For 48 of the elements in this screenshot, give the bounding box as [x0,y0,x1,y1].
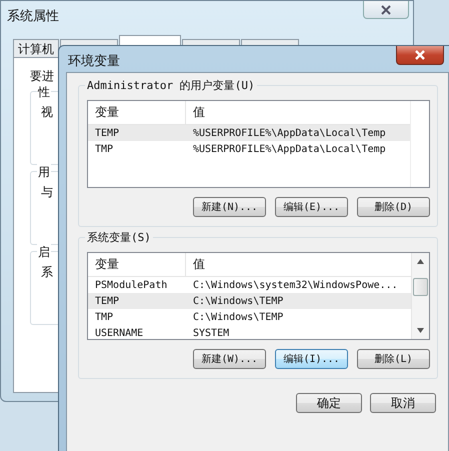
group-label: 系统变量(S) [85,230,153,245]
button[interactable]: 删除(D) [357,197,430,217]
table-cell-text: USERNAME [94,328,144,338]
table-cell-text: C:\Windows\TEMP [192,296,284,306]
close-button[interactable] [396,46,444,65]
button[interactable]: 新建(W)... [193,349,266,369]
group-label: Administrator 的用户变量(U) [85,78,257,93]
button[interactable]: 编辑(E)... [275,197,348,217]
table-cell-text: TMP [94,312,114,322]
table-cell-text: %USERPROFILE%\AppData\Local\Temp [192,144,387,154]
table-cell-text: TEMP [94,296,120,306]
list-row[interactable]: TMP C:\Windows\TEMP [88,309,411,325]
group-text: 系 [41,264,53,281]
list-row[interactable]: TEMP %USERPROFILE%\AppData\Local\Temp [88,125,410,141]
button[interactable]: 删除(L) [357,349,430,369]
list-row[interactable]: PSModulePath C:\Windows\system32\WindowsPowe... [88,277,411,293]
column-header[interactable]: 变量 [88,101,186,124]
column-header[interactable]: 值 [186,253,411,276]
scroll-up-icon[interactable] [417,259,424,264]
close-button[interactable] [363,1,409,19]
table-cell-text: TEMP [94,128,120,138]
close-icon [380,4,392,14]
table-cell-text: C:\Windows\TEMP [192,312,284,322]
scroll-thumb[interactable] [413,278,428,296]
dialog-title: 环境变量 [68,53,120,70]
button[interactable]: 确定 [296,393,362,413]
list-row[interactable]: TMP %USERPROFILE%\AppData\Local\Temp [88,141,410,157]
column-header[interactable]: 值 [186,101,410,124]
column-header[interactable]: 变量 [88,253,186,276]
intro-text: 要进 [30,68,54,85]
table-cell-text: PSModulePath [94,280,168,290]
table-cell-text: %USERPROFILE%\AppData\Local\Temp [192,128,387,138]
table-cell-text: C:\Windows\system32\WindowsPowe... [192,280,399,290]
scrollbar[interactable] [411,253,429,339]
table-cell-text: TMP [94,144,114,154]
list-row[interactable]: USERNAME SYSTEM [88,325,411,339]
button[interactable]: 取消 [370,393,436,413]
group-text: 视 [41,104,53,121]
group-label: 性 [37,84,51,101]
button[interactable]: 新建(N)... [193,197,266,217]
scroll-down-icon[interactable] [417,328,424,333]
close-icon [414,50,426,60]
group-text: 与 [41,184,53,201]
window-title: 系统属性 [7,8,59,25]
tab[interactable]: 计算机 [13,39,59,57]
list-row[interactable]: TEMP C:\Windows\TEMP [88,293,411,309]
table-cell-text: SYSTEM [192,328,230,338]
button[interactable]: 编辑(I)... [275,349,348,369]
